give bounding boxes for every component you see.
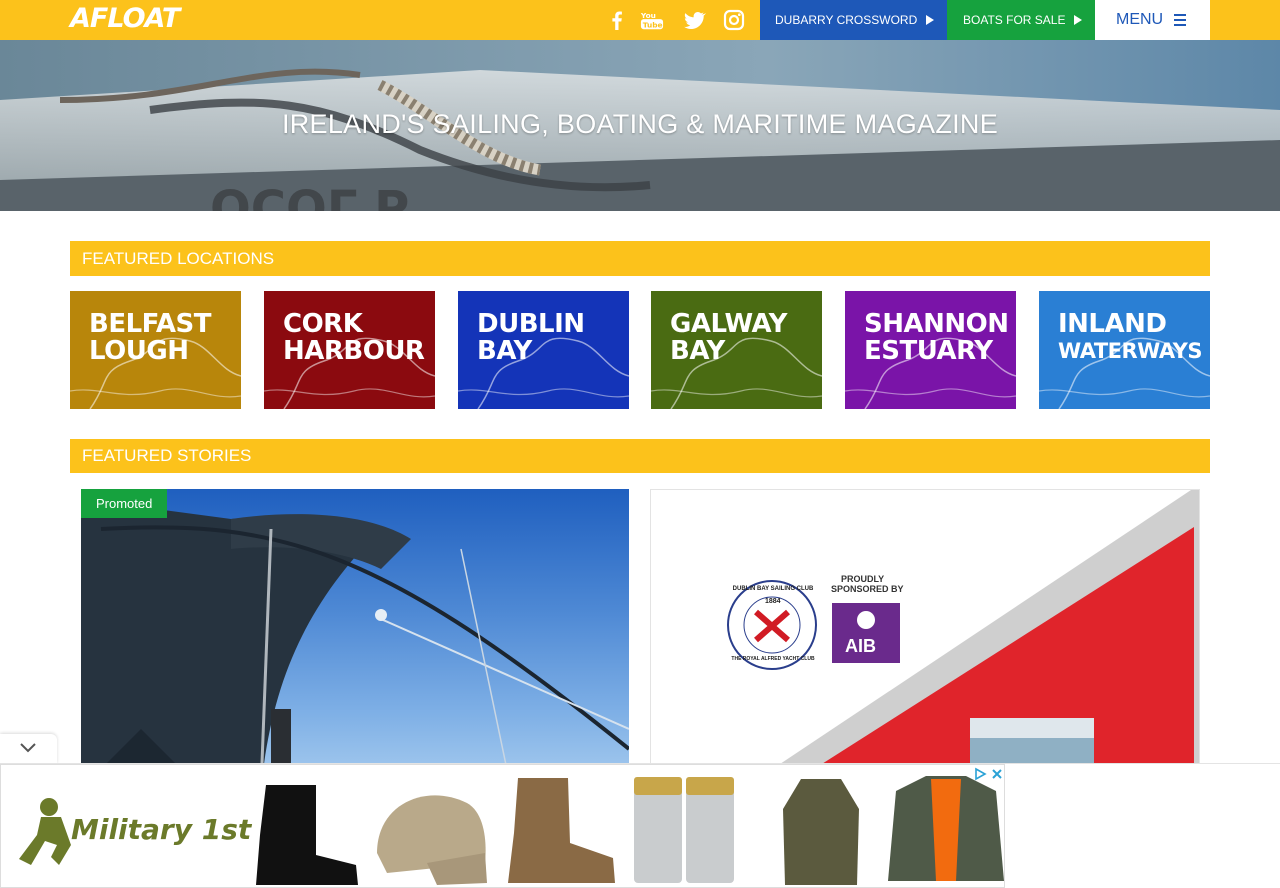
- location-tile-line2: LOUGH: [89, 336, 189, 366]
- location-tile-belfast-lough[interactable]: BELFAST LOUGH: [70, 291, 241, 409]
- ad-choices-icon[interactable]: [973, 767, 987, 781]
- location-tile-line1: CORK: [283, 309, 363, 339]
- location-tile-label: INLAND WATERWAYS: [1058, 311, 1202, 365]
- featured-story-card-promoted[interactable]: Promoted: [81, 489, 629, 789]
- club-subtitle: THE ROYAL ALFRED YACHT CLUB: [731, 656, 815, 662]
- location-tile-label: BELFAST LOUGH: [89, 309, 212, 366]
- location-tile-line1: INLAND: [1058, 309, 1167, 339]
- location-tile-inland-waterways[interactable]: INLAND WATERWAYS: [1039, 291, 1210, 409]
- top-navigation-bar: AFLOAT You Tube DUBARRY CROSSWORD BOATS F…: [0, 0, 1280, 40]
- sponsor-label-1: PROUDLY: [841, 574, 885, 584]
- military-first-brand: Military 1st: [71, 813, 252, 846]
- afloat-logo[interactable]: AFLOAT: [70, 3, 180, 34]
- menu-label: MENU: [1116, 11, 1164, 28]
- chevron-down-icon: [20, 743, 36, 753]
- location-tile-label: CORK HARBOUR: [283, 309, 425, 366]
- boot-product: [256, 785, 358, 885]
- play-arrow-icon: [1074, 15, 1083, 25]
- svg-text:ОСОГ Р: ОСОГ Р: [210, 181, 409, 211]
- boats-for-sale-label: BOATS FOR SALE: [963, 13, 1066, 27]
- location-tile-line1: DUBLIN: [477, 309, 585, 339]
- location-tile-galway-bay[interactable]: GALWAY BAY: [651, 291, 822, 409]
- promoted-badge: Promoted: [81, 489, 167, 518]
- bottom-ad-banner: Military 1st: [0, 763, 1280, 888]
- hero-banner: ОСОГ Р IRELAND'S SAILING, BOATING & MARI…: [0, 40, 1280, 211]
- hero-title: IRELAND'S SAILING, BOATING & MARITIME MA…: [281, 109, 999, 139]
- location-tile-label: SHANNON ESTUARY: [864, 311, 1009, 365]
- svg-text:You: You: [640, 11, 656, 20]
- location-tile-cork-harbour[interactable]: CORK HARBOUR: [264, 291, 435, 409]
- instagram-icon[interactable]: [722, 8, 746, 32]
- location-tile-line1: GALWAY: [670, 309, 787, 339]
- location-tile-line2: BAY: [477, 336, 532, 366]
- facebook-icon[interactable]: [605, 8, 629, 32]
- dubarry-crossword-label: DUBARRY CROSSWORD: [775, 13, 918, 27]
- location-tile-shannon-estuary[interactable]: SHANNON ESTUARY: [845, 291, 1016, 409]
- location-tile-label: GALWAY BAY: [670, 311, 787, 365]
- featured-locations-heading: FEATURED LOCATIONS: [70, 241, 1210, 276]
- twitter-icon[interactable]: [682, 8, 706, 32]
- club-year: 1884: [765, 598, 781, 605]
- desert-boot-product: [508, 778, 615, 883]
- location-tile-line1: SHANNON: [864, 309, 1009, 339]
- hamburger-icon: [1174, 14, 1187, 26]
- shotgun-shell-product: [634, 777, 734, 883]
- location-tile-dublin-bay[interactable]: DUBLIN BAY: [458, 291, 629, 409]
- boats-for-sale-button[interactable]: BOATS FOR SALE: [947, 0, 1095, 40]
- svg-text:Tube: Tube: [643, 20, 663, 29]
- sponsor-name: AIB: [845, 636, 876, 656]
- ad-collapse-toggle[interactable]: [0, 734, 57, 764]
- cap-product: [377, 795, 487, 885]
- ad-frame[interactable]: Military 1st: [0, 764, 1005, 888]
- menu-button[interactable]: MENU: [1095, 0, 1210, 40]
- featured-story-card-dbsc[interactable]: 1884 DUBLIN BAY SAILING CLUB THE ROYAL A…: [650, 489, 1200, 789]
- bomber-jacket-product: [888, 776, 1004, 881]
- sail-photo: [81, 499, 629, 789]
- location-tile-line2: ESTUARY: [864, 336, 993, 366]
- soldier-logo-icon: [19, 798, 71, 865]
- location-tile-line2: BAY: [670, 336, 725, 366]
- play-arrow-icon: [926, 15, 935, 25]
- close-icon[interactable]: [990, 767, 1004, 781]
- location-tile-line1: BELFAST: [89, 309, 212, 339]
- dbsc-aib-banner: [727, 490, 1199, 788]
- location-tile-line2: HARBOUR: [283, 336, 425, 366]
- featured-stories-heading: FEATURED STORIES: [70, 439, 1210, 473]
- location-tile-label: DUBLIN BAY: [477, 311, 585, 365]
- dubarry-crossword-button[interactable]: DUBARRY CROSSWORD: [760, 0, 947, 40]
- club-name: DUBLIN BAY SAILING CLUB: [732, 586, 814, 592]
- location-tile-line2: WATERWAYS: [1058, 339, 1202, 363]
- sponsor-label-2: SPONSORED BY: [831, 584, 904, 594]
- parka-product: [783, 779, 859, 885]
- youtube-icon[interactable]: You Tube: [640, 8, 666, 32]
